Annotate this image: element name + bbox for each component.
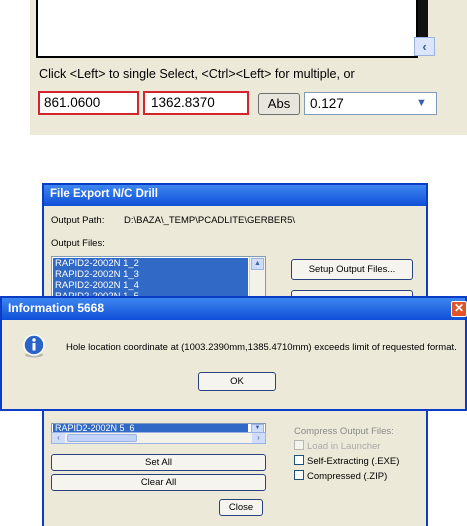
close-button[interactable]: Close — [219, 499, 263, 516]
option-label: Self-Extracting (.EXE) — [307, 456, 400, 467]
scroll-left-arrow-icon[interactable]: ‹ — [52, 433, 65, 443]
option-label: Compressed (.ZIP) — [307, 471, 388, 482]
design-canvas[interactable] — [36, 0, 418, 58]
close-icon[interactable]: ✕ — [451, 301, 467, 317]
horizontal-scrollbar[interactable]: ‹ › — [51, 432, 266, 444]
scroll-up-arrow-icon[interactable]: ▲ — [251, 258, 264, 270]
list-item[interactable]: RAPID2-2002N 1_4 — [55, 280, 139, 291]
compress-output-label: Compress Output Files: — [294, 426, 394, 437]
output-path-label: Output Path: — [51, 215, 105, 226]
checkbox — [294, 440, 304, 450]
info-message: Hole location coordinate at (1003.2390mm… — [66, 342, 457, 353]
screenshot-root: ‹ Click <Left> to single Select, <Ctrl><… — [0, 0, 467, 526]
chevron-down-icon[interactable]: ▼ — [416, 93, 432, 114]
info-title: Information 5668 — [8, 301, 105, 315]
grid-select[interactable]: 0.127 ▼ — [304, 92, 437, 115]
information-dialog: Information 5668 ✕ Hole location coordin… — [0, 296, 467, 411]
x-coordinate-field[interactable]: 861.0600 — [38, 91, 139, 115]
abs-button[interactable]: Abs — [258, 93, 300, 115]
output-files-label: Output Files: — [51, 238, 105, 249]
output-path-value: D:\BAZA\_TEMP\PCADLITE\GERBER5\ — [124, 215, 296, 226]
scroll-right-arrow-icon[interactable]: › — [252, 433, 265, 443]
compressed-zip-option[interactable]: Compressed (.ZIP) — [294, 470, 387, 482]
clear-all-button[interactable]: Clear All — [51, 474, 266, 491]
load-in-launcher-option: Load in Launcher — [294, 440, 380, 452]
status-hint-text: Click <Left> to single Select, <Ctrl><Le… — [39, 67, 355, 81]
grid-select-value: 0.127 — [310, 96, 344, 111]
set-all-button[interactable]: Set All — [51, 454, 266, 471]
ok-button[interactable]: OK — [198, 372, 276, 391]
checkbox[interactable] — [294, 455, 304, 465]
dialog-titlebar[interactable]: File Export N/C Drill — [44, 185, 426, 206]
setup-output-files-button[interactable]: Setup Output Files... — [291, 259, 413, 280]
list-item[interactable]: RAPID2-2002N 1_3 — [55, 269, 139, 280]
info-titlebar[interactable]: Information 5668 ✕ — [2, 298, 467, 320]
vertical-scrollbar-track — [418, 0, 428, 38]
info-icon — [23, 334, 45, 358]
option-label: Load in Launcher — [307, 441, 381, 452]
checkbox[interactable] — [294, 470, 304, 480]
y-coordinate-field[interactable]: 1362.8370 — [143, 91, 249, 115]
scroll-left-arrow-icon[interactable]: ‹ — [414, 37, 435, 56]
list-item[interactable]: RAPID2-2002N 1_2 — [55, 258, 139, 269]
self-extracting-option[interactable]: Self-Extracting (.EXE) — [294, 455, 399, 467]
dialog-title: File Export N/C Drill — [50, 188, 158, 200]
scrollbar-thumb[interactable] — [67, 434, 137, 442]
